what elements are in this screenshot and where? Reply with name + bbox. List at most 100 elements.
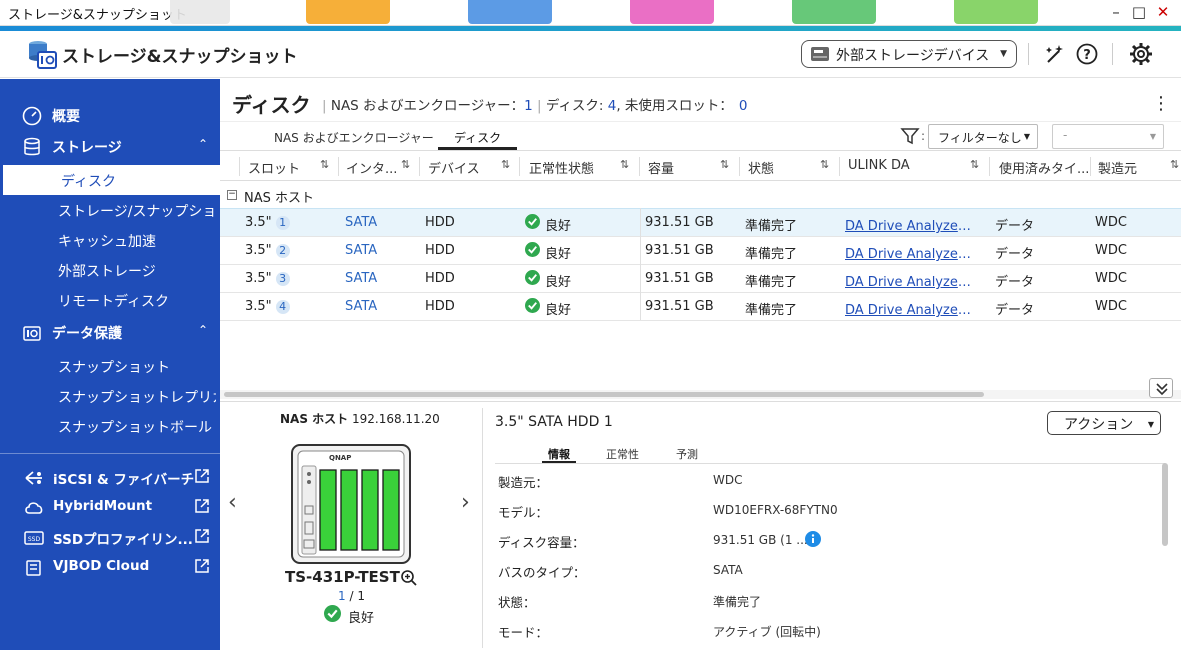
status-cell: 準備完了	[745, 303, 798, 318]
prop-label-capacity: ディスク容量：	[498, 535, 585, 550]
wand-icon[interactable]	[1043, 43, 1067, 67]
sort-icon[interactable]: ⇅	[320, 158, 329, 171]
divider	[1112, 43, 1113, 65]
usage-cell: データ	[995, 303, 1035, 318]
sidebar-link-label: HybridMount	[53, 498, 153, 514]
column-ulink-da[interactable]: ULINK DA	[848, 158, 910, 173]
prop-label-mode: モード：	[498, 625, 549, 640]
horizontal-scrollbar-thumb[interactable]	[224, 392, 984, 397]
minimize-icon[interactable]: –	[1106, 3, 1126, 21]
column-manufacturer[interactable]: 製造元	[1098, 158, 1137, 177]
health-cell: 良好	[545, 247, 572, 262]
maximize-icon[interactable]: □	[1129, 3, 1149, 21]
tab-info[interactable]: 情報	[548, 446, 570, 462]
column-divider	[1090, 157, 1091, 176]
chevron-up-icon[interactable]: ⌃	[198, 137, 208, 151]
column-usage-type[interactable]: 使用済みタイ...	[999, 158, 1089, 177]
table-row[interactable]: 3.5" 3 SATA HDD 良好 931.51 GB 準備完了 DA Driv…	[220, 264, 1181, 292]
active-tab-indicator	[438, 147, 517, 150]
sidebar-item-label: 外部ストレージ	[58, 264, 156, 280]
slot-cell: 3.5" 1	[245, 215, 290, 230]
chevron-up-icon[interactable]: ⌃	[198, 323, 208, 337]
sidebar-item-cache-acceleration[interactable]: キャッシュ加速	[0, 225, 220, 255]
sidebar-group-data-protection[interactable]: データ保護 ⌃	[0, 317, 220, 347]
interface-cell: SATA	[345, 271, 378, 286]
column-health[interactable]: 正常性状態	[529, 158, 594, 177]
sidebar-item-remote-disk[interactable]: リモートディスク	[0, 285, 220, 315]
next-device-arrow[interactable]: ›	[461, 490, 470, 515]
column-divider	[839, 157, 840, 176]
slot-number-badge: 1	[275, 216, 290, 230]
background-app-icon	[306, 0, 390, 24]
zoom-in-icon[interactable]	[400, 569, 418, 587]
sidebar-item-snapshot[interactable]: スナップショット	[0, 351, 220, 381]
sidebar-item-overview[interactable]: 概要	[0, 100, 220, 130]
sidebar-item-label: スナップショット	[58, 360, 170, 376]
sidebar-link-ssd-profiling[interactable]: SSD SSDプロファイリン...	[0, 522, 220, 552]
sidebar-item-label: リモートディスク	[58, 294, 170, 310]
external-storage-dropdown[interactable]: 外部ストレージデバイス ▼	[801, 40, 1017, 68]
sidebar-group-storage[interactable]: ストレージ ⌃	[0, 131, 220, 161]
sort-icon[interactable]: ⇅	[1170, 158, 1179, 171]
filter-select[interactable]: フィルターなし ▼	[928, 124, 1038, 149]
column-capacity[interactable]: 容量	[648, 158, 674, 177]
status-cell: 準備完了	[745, 247, 798, 262]
table-row[interactable]: 3.5" 4 SATA HDD 良好 931.51 GB 準備完了 DA Driv…	[220, 292, 1181, 320]
prop-label-bus-type: バスのタイプ：	[498, 565, 586, 580]
sidebar-item-snapshot-vault[interactable]: スナップショットボールト	[0, 411, 220, 441]
tab-disk[interactable]: ディスク	[454, 129, 501, 146]
collapse-panel-button[interactable]	[1149, 378, 1173, 398]
sidebar-item-disk[interactable]: ディスク	[0, 165, 220, 195]
sidebar-link-vjbod-cloud[interactable]: VJBOD Cloud	[0, 552, 220, 582]
disk-label: ディスク:	[545, 98, 608, 114]
sidebar-item-storage-snapshots[interactable]: ストレージ/スナップショ...	[0, 195, 220, 225]
column-slot[interactable]: スロット	[248, 158, 300, 177]
previous-device-arrow[interactable]: ‹	[228, 490, 237, 515]
column-divider	[239, 157, 240, 176]
sort-icon[interactable]: ⇅	[620, 158, 629, 171]
table-row[interactable]: 3.5" 2 SATA HDD 良好 931.51 GB 準備完了 DA Driv…	[220, 236, 1181, 264]
sidebar-item-label: ディスク	[61, 174, 117, 190]
info-icon[interactable]	[805, 531, 821, 547]
sort-icon[interactable]: ⇅	[820, 158, 829, 171]
gear-icon[interactable]	[1129, 42, 1153, 66]
sidebar-link-iscsi[interactable]: iSCSI & ファイバーチ...	[0, 462, 220, 492]
more-options-icon[interactable]: ⋮	[1152, 94, 1170, 114]
filter-value-select[interactable]: - ▼	[1052, 124, 1164, 149]
column-divider	[989, 157, 990, 176]
device-cell: HDD	[425, 299, 455, 314]
sort-icon[interactable]: ⇅	[401, 158, 410, 171]
sidebar-item-external-storage[interactable]: 外部ストレージ	[0, 255, 220, 285]
device-model: TS-431P-TEST	[285, 568, 400, 586]
ulink-da-link[interactable]: DA Drive Analyzer を...	[845, 215, 975, 234]
ulink-da-link[interactable]: DA Drive Analyzer を...	[845, 243, 975, 262]
column-status[interactable]: 状態	[748, 158, 774, 177]
sidebar-item-snapshot-replica[interactable]: スナップショットレプリカ	[0, 381, 220, 411]
vertical-scrollbar-thumb[interactable]	[1162, 463, 1168, 546]
manufacturer-cell: WDC	[1095, 215, 1127, 230]
sidebar: 概要 ストレージ ⌃ ディスク ストレージ/スナップショ... キャッシュ加速 …	[0, 79, 220, 650]
sort-icon[interactable]: ⇅	[970, 158, 979, 171]
ulink-da-link[interactable]: DA Drive Analyzer を...	[845, 299, 975, 318]
close-icon[interactable]: ✕	[1153, 3, 1173, 21]
collapse-icon[interactable]: −	[227, 190, 237, 200]
tab-health[interactable]: 正常性	[606, 446, 639, 462]
action-button[interactable]: アクション ▼	[1047, 411, 1161, 435]
column-device[interactable]: デバイス	[428, 158, 480, 177]
filter-icon[interactable]	[900, 127, 920, 145]
sort-icon[interactable]: ⇅	[720, 158, 729, 171]
vjbod-icon	[26, 560, 41, 576]
unused-count: 0	[738, 98, 748, 114]
tab-prediction[interactable]: 予測	[676, 446, 698, 462]
prop-value-bus-type: SATA	[713, 563, 743, 577]
sidebar-link-hybridmount[interactable]: HybridMount	[0, 492, 220, 522]
background-app-icon	[954, 0, 1038, 24]
sort-icon[interactable]: ⇅	[501, 158, 510, 171]
nas-device-image[interactable]: QNAP	[291, 444, 411, 564]
group-row-nas-host[interactable]: − NAS ホスト	[220, 182, 1181, 209]
ulink-da-link[interactable]: DA Drive Analyzer を...	[845, 271, 975, 290]
help-icon[interactable]: ?	[1076, 43, 1098, 65]
column-interface[interactable]: インタ...	[346, 158, 397, 177]
tab-nas-enclosure[interactable]: NAS およびエンクロージャー	[274, 129, 434, 146]
table-row[interactable]: 3.5" 1 SATA HDD 良好 931.51 GB 準備完了 DA Driv…	[220, 208, 1181, 236]
